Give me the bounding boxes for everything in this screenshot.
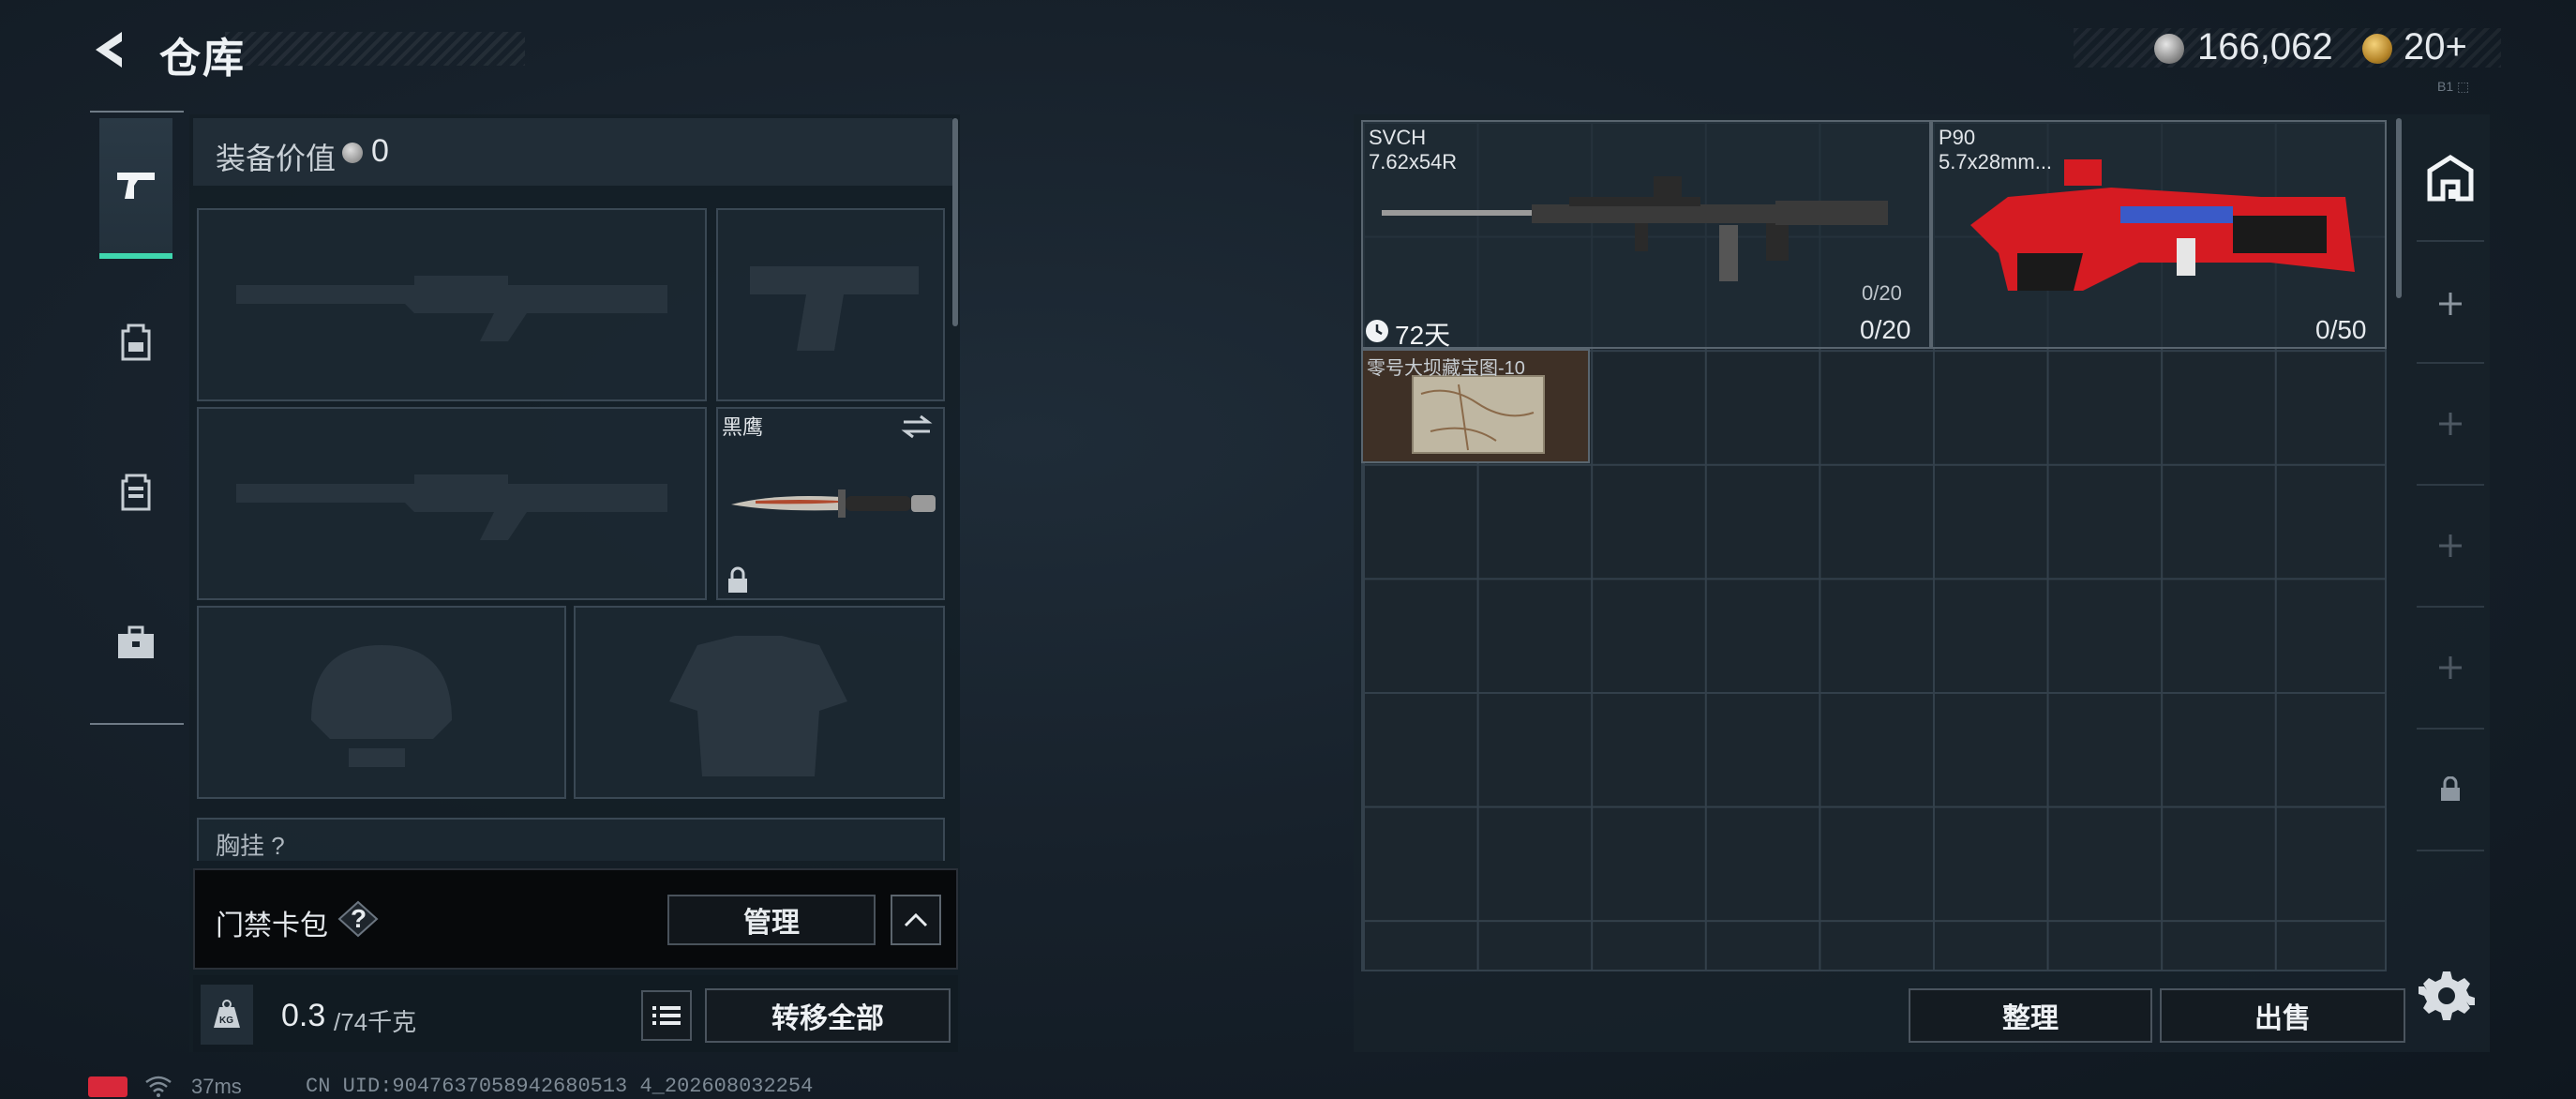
tab-separator (2417, 240, 2484, 242)
p90-icon (1970, 159, 2355, 291)
weight-max: /74千克 (334, 1008, 417, 1036)
weight-icon: KG (201, 985, 253, 1045)
equipment-scrollbar[interactable] (952, 118, 958, 326)
primary-weapon-slot[interactable] (197, 208, 707, 401)
plus-icon (2439, 293, 2462, 315)
equipment-value-label: 装备价值 (216, 142, 337, 175)
user-uid: CN UID:9047637058942680513 4_20260803225… (306, 1075, 814, 1098)
map-icon (1420, 384, 1535, 451)
list-button[interactable] (641, 990, 692, 1041)
item-name-map: 零号大坝藏宝图-10 (1367, 358, 1525, 379)
nav-case[interactable] (99, 572, 172, 713)
clock-icon (1366, 320, 1388, 342)
list-icon (652, 1006, 681, 1025)
title-decoration (225, 32, 525, 66)
transfer-all-button[interactable]: 转移全部 (705, 988, 951, 1043)
storage-tab-main[interactable] (2419, 146, 2482, 210)
ping-value: 37ms (191, 1075, 242, 1098)
helmet-slot[interactable] (197, 606, 566, 799)
tab-separator-3 (2417, 484, 2484, 486)
plus-icon-4 (2439, 656, 2462, 679)
item-name-p90: P90 (1939, 126, 1976, 149)
armor-slot[interactable] (574, 606, 945, 799)
sniper-rifle-icon (1382, 176, 1888, 281)
equipment-coin-icon (342, 143, 363, 163)
pistol-slot[interactable] (716, 208, 945, 401)
battery-icon (88, 1076, 127, 1097)
secondary-weapon-slot[interactable] (197, 407, 707, 600)
storage-tab-locked[interactable] (2419, 758, 2482, 821)
silver-coin-icon (2154, 34, 2184, 64)
gold-currency-value[interactable]: 20+ (2404, 26, 2467, 68)
plus-icon-3 (2439, 534, 2462, 557)
chest-rig-slot[interactable] (197, 818, 945, 861)
chevron-up-icon (904, 912, 928, 927)
pistol-icon (117, 173, 155, 199)
tab-separator-6 (2417, 850, 2484, 851)
storage-tab-add-3[interactable] (2419, 514, 2482, 578)
rifle-placeholder-icon (236, 276, 667, 341)
item-timer: 72天 (1395, 321, 1451, 350)
sort-button[interactable]: 整理 (1909, 988, 2152, 1043)
manage-button[interactable]: 管理 (667, 895, 876, 945)
sell-button[interactable]: 出售 (2160, 988, 2405, 1043)
storage-tab-add-1[interactable] (2419, 272, 2482, 336)
access-card-label: 门禁卡包 (216, 911, 328, 941)
storage-item-p90[interactable]: P90 5.7x28mm... 0/50 (1931, 120, 2387, 349)
rifle-placeholder-icon-2 (236, 474, 667, 540)
gold-coin-icon (2362, 34, 2392, 64)
pistol-placeholder-icon (750, 266, 919, 351)
warehouse-icon (2427, 155, 2474, 202)
item-ammo-p90: 0/50 (2315, 315, 2367, 344)
item-name: SVCH (1369, 126, 1427, 149)
case-icon (118, 625, 154, 658)
nav-weapons[interactable] (99, 118, 172, 259)
plus-icon-2 (2439, 413, 2462, 435)
tab-separator-5 (2417, 728, 2484, 730)
svg-text:KG: KG (219, 1016, 233, 1026)
silver-currency-value: 166,062 (2197, 26, 2333, 68)
melee-name: 黑鹰 (722, 415, 764, 439)
lock-icon-tab (2441, 776, 2460, 801)
lock-icon (728, 566, 747, 593)
tab-separator-2 (2417, 362, 2484, 364)
mini-status: B1 ⬚ (2437, 79, 2470, 94)
weight-value: 0.3 (281, 998, 326, 1033)
storage-tab-add-2[interactable] (2419, 392, 2482, 456)
storage-scrollbar[interactable] (2396, 118, 2402, 298)
item-ammo: 0/20 (1860, 315, 1911, 344)
tab-separator-4 (2417, 606, 2484, 608)
collapse-button[interactable] (891, 895, 941, 945)
swap-icon[interactable] (900, 413, 934, 441)
help-symbol: ? (351, 904, 367, 933)
helmet-placeholder-icon (311, 645, 452, 767)
nav-vest[interactable] (99, 422, 172, 563)
gear-icon[interactable] (2419, 968, 2475, 1024)
wifi-icon (145, 1076, 172, 1097)
chest-rig-label: 胸挂 ? (216, 832, 285, 860)
equipment-value: 0 (371, 133, 389, 169)
item-ammo-small: 0/20 (1862, 281, 1902, 305)
knife-icon (731, 489, 936, 518)
help-icon[interactable]: ? (337, 900, 379, 938)
back-arrow-icon[interactable] (86, 26, 133, 73)
nav-backpack[interactable] (99, 272, 172, 413)
storage-tab-add-4[interactable] (2419, 636, 2482, 700)
vest-icon (121, 474, 151, 511)
backpack-icon (121, 324, 151, 361)
armor-placeholder-icon (669, 636, 847, 776)
